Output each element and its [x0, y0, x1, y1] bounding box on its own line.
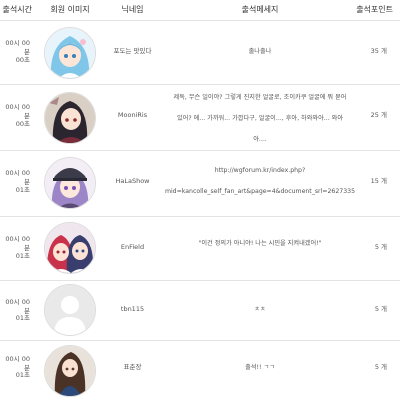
row-nickname[interactable]: 포도는 맛있다 [105, 47, 160, 56]
message-line: "이건 정의가 아니야! 나는 시민을 지켜내겠어!" [198, 240, 322, 247]
row-time-minute: 00시 00분 [5, 103, 30, 120]
row-points: 5 개 [374, 363, 387, 371]
message-line: http://wgforum.kr/index.php? [214, 167, 306, 174]
row-message: "이건 정의가 아니야! 나는 시민을 지켜내겠어!" [160, 239, 360, 248]
row-time-minute: 00시 00분 [5, 169, 30, 186]
row-points: 5 개 [374, 243, 387, 251]
message-line: 출나출나 [248, 48, 272, 55]
attendance-board: 출석시간 회원 이미지 닉네임 출석메세지 출석포인트 00시 00분 00초 … [0, 0, 400, 400]
row-points: 35 개 [370, 47, 387, 55]
row-nickname[interactable]: EnField [105, 243, 160, 252]
avatar[interactable] [44, 345, 96, 397]
anime-girl-long-brown-hair-icon [45, 346, 95, 396]
row-points: 5 개 [374, 305, 387, 313]
table-row: 00시 00분 01초 EnField "이건 정의가 아니야! 나는 시민을 … [0, 217, 400, 279]
row-time-minute: 00시 00분 [5, 235, 30, 252]
row-nickname[interactable]: HaLaShow [105, 177, 160, 186]
anime-two-girls-icon [45, 223, 95, 273]
avatar[interactable] [44, 27, 96, 79]
header-time: 출석시간 [2, 5, 32, 14]
header-points: 출석포인트 [356, 5, 393, 14]
anime-girl-blue-hair-icon [45, 28, 95, 78]
row-points: 25 개 [370, 111, 387, 119]
avatar[interactable] [44, 284, 96, 336]
default-user-silhouette-icon [45, 285, 95, 335]
header-avatar: 회원 이미지 [50, 5, 90, 14]
row-message: 출나출나 [160, 47, 360, 56]
anime-girl-dark-hair-icon [45, 93, 95, 143]
message-line: 출석!! ㄱㄱ [245, 364, 275, 371]
message-line: 아.... [253, 136, 267, 143]
table-row: 00시 00분 01초 표춘장 출석!! ㄱㄱ 5 개 [0, 341, 400, 400]
row-time-second: 01초 [15, 371, 30, 379]
row-time-second: 00초 [15, 56, 30, 64]
header-nick: 닉네임 [121, 5, 144, 14]
row-message: 출석!! ㄱㄱ [160, 363, 360, 372]
table-row: 00시 00분 00초 MooniRis 제독, 무슨 일이야? 그렇게 진지한… [0, 85, 400, 149]
header-message: 출석메세지 [241, 5, 279, 14]
table-row: 00시 00분 01초 HaLaShow http://wgforum.kr/i… [0, 151, 400, 215]
row-message: http://wgforum.kr/index.php? mid=kancoll… [160, 160, 360, 202]
avatar[interactable] [44, 92, 96, 144]
message-line: 있어? 에... 가까워... 가깝다구, 얼굴이..., 후아, 하와와아..… [176, 115, 344, 122]
row-nickname[interactable]: MooniRis [105, 111, 160, 120]
row-time-second: 01초 [15, 186, 30, 194]
row-message: ㅊㅊ [160, 305, 360, 314]
table-row: 00시 00분 00초 포도는 맛있다 출나출나 35 개 [0, 21, 400, 83]
row-nickname[interactable]: 표춘장 [105, 363, 160, 372]
avatar[interactable] [44, 222, 96, 274]
row-time-second: 01초 [15, 314, 30, 322]
row-time-second: 01초 [15, 252, 30, 260]
row-nickname[interactable]: tbn115 [105, 305, 160, 314]
row-message: 제독, 무슨 일이야? 그렇게 진지한 얼굴로, 조이카쿠 얼굴에 뭐 묻어 있… [160, 87, 360, 150]
avatar[interactable] [44, 157, 96, 209]
row-points: 15 개 [370, 177, 387, 185]
message-line: 제독, 무슨 일이야? 그렇게 진지한 얼굴로, 조이카쿠 얼굴에 뭐 묻어 [173, 94, 347, 101]
table-row: 00시 00분 01초 tbn115 ㅊㅊ 5 개 [0, 281, 400, 339]
row-time-minute: 00시 00분 [5, 39, 30, 56]
message-line: ㅊㅊ [254, 306, 266, 313]
anime-girl-purple-hair-cap-icon [45, 158, 95, 208]
row-time-second: 00초 [15, 120, 30, 128]
message-line: mid=kancolle_self_fan_art&page=4&documen… [164, 188, 356, 195]
